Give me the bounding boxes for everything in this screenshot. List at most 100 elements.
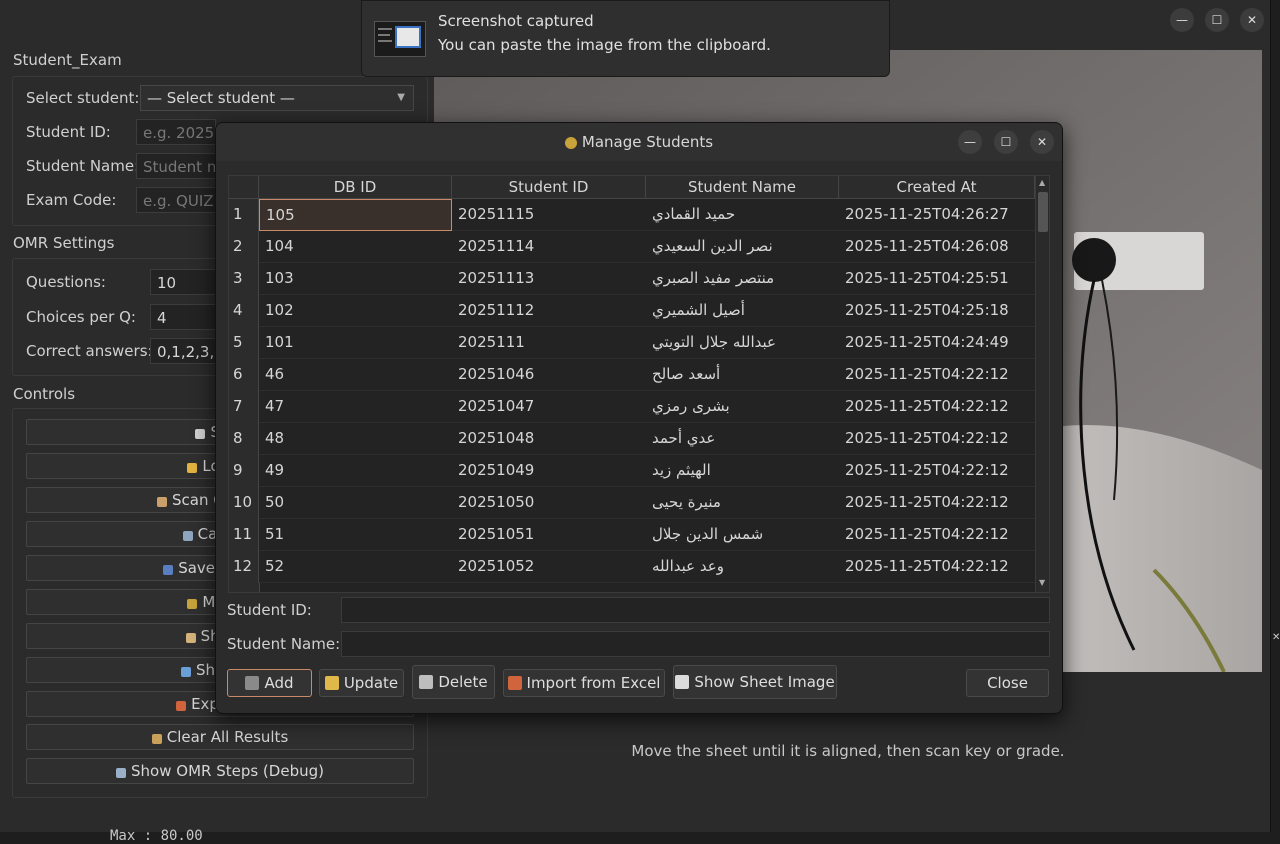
table-row[interactable]: 5 101 2025111 عبدالله جلال التويتي 2025-11-2… — [229, 327, 1035, 359]
cell-student-name[interactable]: منتصر مفيد الصبري — [646, 263, 839, 295]
dialog-close-icon[interactable]: ✕ — [1030, 130, 1054, 154]
cell-student-name[interactable]: أصيل الشميري — [646, 295, 839, 327]
scrollbar-thumb[interactable] — [1038, 192, 1048, 232]
cell-student-id[interactable]: 20251047 — [452, 391, 646, 423]
cell-student-name[interactable]: شمس الدين جلال — [646, 519, 839, 551]
dialog-student-id-input[interactable] — [341, 597, 1050, 623]
table-row[interactable]: 10 50 20251050 منيرة يحيى 2025-11-25T04:22:1… — [229, 487, 1035, 519]
column-header-db-id[interactable]: DB ID — [259, 176, 452, 199]
cell-created-at[interactable]: 2025-11-25T04:22:12 — [839, 423, 1035, 455]
cell-student-id[interactable]: 20251051 — [452, 519, 646, 551]
cell-student-id[interactable]: 20251046 — [452, 359, 646, 391]
cell-created-at[interactable]: 2025-11-25T04:22:12 — [839, 455, 1035, 487]
table-row[interactable]: 7 47 20251047 بشرى رمزي 2025-11-25T04:22:12 — [229, 391, 1035, 423]
partial-row — [229, 583, 1035, 592]
select-student-combo[interactable]: — Select student — ▼ — [140, 85, 414, 111]
cell-student-name[interactable]: الهيثم زيد — [646, 455, 839, 487]
cell-student-name[interactable]: عدي أحمد — [646, 423, 839, 455]
dialog-student-name-input[interactable] — [341, 631, 1050, 657]
choices-spinbox[interactable]: 4 — [150, 304, 216, 330]
cell-student-name[interactable]: منيرة يحيى — [646, 487, 839, 519]
table-vertical-scrollbar[interactable]: ▲ ▼ — [1035, 176, 1049, 592]
student-id-field[interactable]: e.g. 20251 — [136, 119, 216, 145]
table-row[interactable]: 12 52 20251052 وعد عبدالله 2025-11-25T04:22:… — [229, 551, 1035, 583]
cell-created-at[interactable]: 2025-11-25T04:24:49 — [839, 327, 1035, 359]
dialog-minimize-button[interactable]: — — [958, 130, 982, 154]
control-button-10[interactable]: Show OMR Steps (Debug) — [26, 758, 414, 784]
broom-icon — [151, 734, 162, 744]
cell-student-id[interactable]: 20251115 — [452, 199, 646, 231]
student-name-field[interactable]: Student na — [136, 153, 216, 179]
close-button[interactable]: ✕ — [1240, 8, 1264, 32]
cell-db-id[interactable]: 51 — [259, 519, 452, 551]
cell-created-at[interactable]: 2025-11-25T04:26:08 — [839, 231, 1035, 263]
add-button[interactable]: Add — [227, 669, 312, 697]
maximize-button[interactable]: ☐ — [1205, 8, 1229, 32]
cell-student-name[interactable]: نصر الدين السعيدي — [646, 231, 839, 263]
cell-student-id[interactable]: 20251114 — [452, 231, 646, 263]
cell-student-name[interactable]: وعد عبدالله — [646, 551, 839, 583]
cell-student-id[interactable]: 20251052 — [452, 551, 646, 583]
cell-student-id[interactable]: 20251050 — [452, 487, 646, 519]
cell-db-id[interactable]: 52 — [259, 551, 452, 583]
table-row[interactable]: 3 103 20251113 منتصر مفيد الصبري 2025-11-25T… — [229, 263, 1035, 295]
table-row[interactable]: 9 49 20251049 الهيثم زيد 2025-11-25T04:22:12 — [229, 455, 1035, 487]
table-row[interactable]: 1 105 20251115 حميد القمادي 2025-11-25T04:26… — [229, 199, 1035, 231]
screenshot-notification[interactable]: Screenshot captured You can paste the im… — [361, 0, 890, 77]
cell-db-id[interactable]: 49 — [259, 455, 452, 487]
import-excel-button[interactable]: Import from Excel — [503, 669, 665, 697]
scroll-up-icon[interactable]: ▲ — [1039, 178, 1045, 187]
table-row[interactable]: 6 46 20251046 أسعد صالح 2025-11-25T04:22:12 — [229, 359, 1035, 391]
questions-spinbox[interactable]: 10 — [150, 269, 216, 295]
cell-created-at[interactable]: 2025-11-25T04:22:12 — [839, 519, 1035, 551]
cell-created-at[interactable]: 2025-11-25T04:26:27 — [839, 199, 1035, 231]
camera-icon — [182, 531, 193, 541]
cell-created-at[interactable]: 2025-11-25T04:25:51 — [839, 263, 1035, 295]
exam-code-field[interactable]: e.g. QUIZ1 — [136, 187, 216, 213]
row-number: 6 — [229, 359, 259, 391]
cell-created-at[interactable]: 2025-11-25T04:22:12 — [839, 487, 1035, 519]
cell-student-id[interactable]: 20251112 — [452, 295, 646, 327]
control-button-9[interactable]: Clear All Results — [26, 724, 414, 750]
cell-student-id[interactable]: 20251049 — [452, 455, 646, 487]
cell-db-id[interactable]: 103 — [259, 263, 452, 295]
cell-db-id[interactable]: 104 — [259, 231, 452, 263]
minimize-button[interactable]: — — [1170, 8, 1194, 32]
table-row[interactable]: 4 102 20251112 أصيل الشميري 2025-11-25T04:25… — [229, 295, 1035, 327]
table-row[interactable]: 2 104 20251114 نصر الدين السعيدي 2025-11-25T… — [229, 231, 1035, 263]
cell-student-id[interactable]: 20251048 — [452, 423, 646, 455]
scroll-icon — [185, 633, 196, 643]
cell-db-id[interactable]: 50 — [259, 487, 452, 519]
cell-student-name[interactable]: حميد القمادي — [646, 199, 839, 231]
correct-answers-field[interactable]: 0,1,2,3,0 — [150, 338, 216, 364]
column-header-student-name[interactable]: Student Name — [646, 176, 839, 199]
cell-student-name[interactable]: أسعد صالح — [646, 359, 839, 391]
notification-body: You can paste the image from the clipboa… — [438, 36, 771, 54]
scroll-down-icon[interactable]: ▼ — [1039, 578, 1045, 587]
cell-student-id[interactable]: 2025111 — [452, 327, 646, 359]
table-row[interactable]: 8 48 20251048 عدي أحمد 2025-11-25T04:22:12 — [229, 423, 1035, 455]
cell-student-name[interactable]: بشرى رمزي — [646, 391, 839, 423]
cell-created-at[interactable]: 2025-11-25T04:22:12 — [839, 359, 1035, 391]
column-header-student-id[interactable]: Student ID — [452, 176, 646, 199]
cell-db-id[interactable]: 47 — [259, 391, 452, 423]
column-header-created-at[interactable]: Created At — [839, 176, 1035, 199]
floppy-icon — [163, 565, 174, 575]
cell-student-id[interactable]: 20251113 — [452, 263, 646, 295]
show-sheet-image-button[interactable]: Show Sheet Image — [673, 665, 837, 699]
cell-db-id[interactable]: 105 — [259, 199, 452, 231]
cell-created-at[interactable]: 2025-11-25T04:25:18 — [839, 295, 1035, 327]
cell-created-at[interactable]: 2025-11-25T04:22:12 — [839, 551, 1035, 583]
cell-db-id[interactable]: 102 — [259, 295, 452, 327]
cell-db-id[interactable]: 46 — [259, 359, 452, 391]
delete-button[interactable]: Delete — [412, 665, 495, 699]
cell-created-at[interactable]: 2025-11-25T04:22:12 — [839, 391, 1035, 423]
cell-student-name[interactable]: عبدالله جلال التويتي — [646, 327, 839, 359]
cell-db-id[interactable]: 101 — [259, 327, 452, 359]
side-close-icon[interactable]: ✕ — [1272, 632, 1280, 646]
dialog-maximize-button[interactable]: ☐ — [994, 130, 1018, 154]
table-row[interactable]: 11 51 20251051 شمس الدين جلال 2025-11-25T04:… — [229, 519, 1035, 551]
dialog-close-button[interactable]: Close — [966, 669, 1049, 697]
cell-db-id[interactable]: 48 — [259, 423, 452, 455]
update-button[interactable]: Update — [319, 669, 404, 697]
